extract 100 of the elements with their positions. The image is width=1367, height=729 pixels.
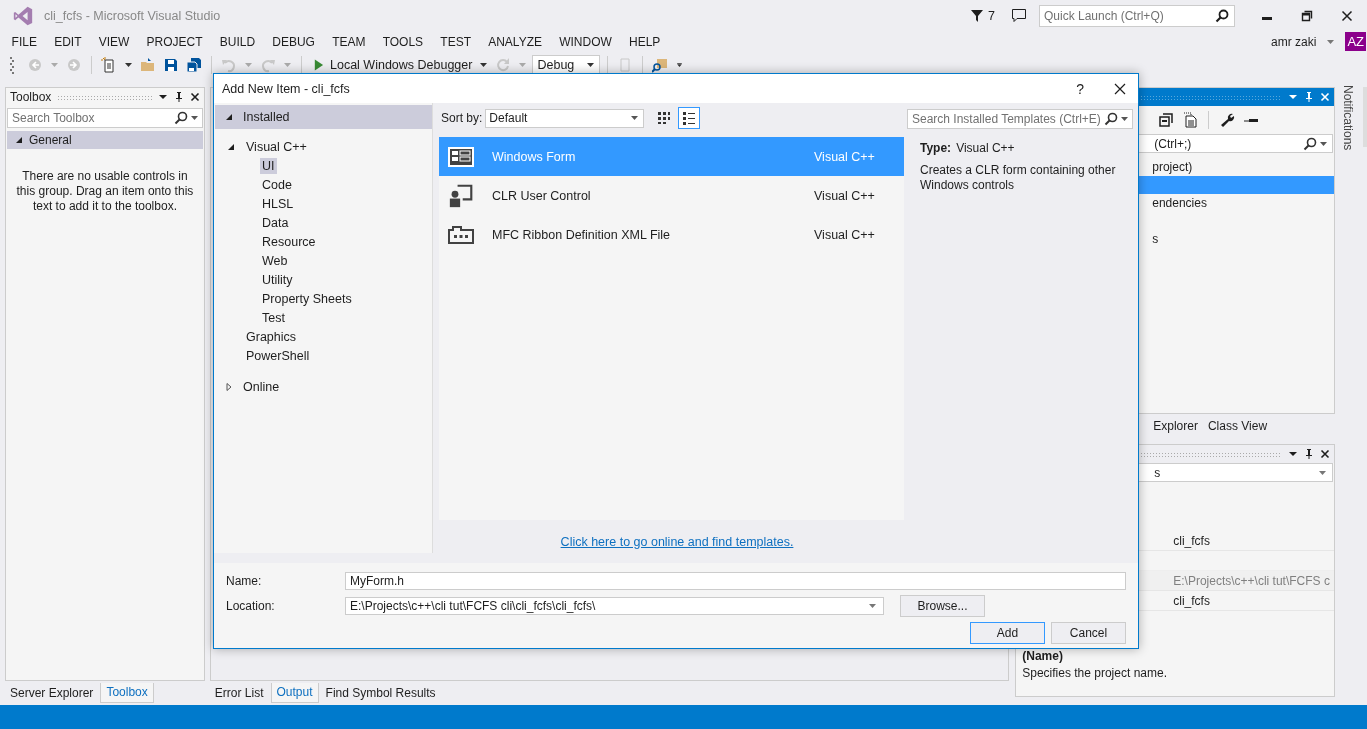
tree-item[interactable]: Property Sheets — [260, 290, 354, 307]
menu-item[interactable]: VIEW — [90, 34, 138, 49]
close-icon[interactable] — [1341, 9, 1353, 22]
dropdown-arrow-icon — [1319, 470, 1326, 475]
user-name[interactable]: amr zaki — [1271, 34, 1317, 49]
start-debugging-button[interactable]: Local Windows Debugger — [309, 58, 475, 72]
menu-item[interactable]: TEST — [431, 34, 480, 49]
search-icon — [1104, 112, 1118, 126]
browse-button[interactable]: Browse... — [900, 594, 985, 617]
menu-item[interactable]: ANALYZE — [479, 34, 551, 49]
dropdown-arrow-icon — [587, 63, 595, 67]
dropdown-arrow-icon — [631, 116, 639, 120]
search-icon — [1215, 8, 1229, 23]
configuration-dropdown[interactable]: Debug — [532, 55, 601, 75]
property-value[interactable]: cli_fcfs — [1173, 533, 1210, 548]
menu-item[interactable]: EDIT — [45, 34, 91, 49]
find-in-files-icon[interactable] — [652, 57, 669, 73]
panel-tab[interactable]: Error List — [209, 683, 269, 703]
dropdown-arrow-icon[interactable] — [1288, 449, 1298, 459]
online-templates-link[interactable]: Click here to go online and find templates. — [560, 534, 794, 549]
expanded-arrow-icon[interactable] — [227, 142, 235, 151]
quick-launch-field[interactable]: Quick Launch (Ctrl+Q) — [1039, 4, 1235, 27]
tree-item[interactable]: Code — [260, 176, 294, 193]
dropdown-arrow-icon — [1320, 141, 1327, 146]
panel-tab[interactable]: Explorer — [1148, 416, 1203, 436]
save-icon[interactable] — [163, 57, 179, 73]
tree-item[interactable]: Utility — [260, 271, 295, 288]
property-value[interactable]: cli_fcfs — [1173, 593, 1210, 608]
play-icon — [313, 59, 324, 71]
restore-icon[interactable] — [1301, 9, 1313, 22]
cancel-button[interactable]: Cancel — [1051, 622, 1126, 644]
speech-bubble-icon[interactable] — [1011, 7, 1027, 24]
filter-icon[interactable] — [970, 8, 985, 23]
new-project-icon[interactable] — [101, 57, 117, 73]
tree-item[interactable]: HLSL — [260, 195, 296, 212]
add-button[interactable]: Add — [970, 622, 1045, 644]
tree-section[interactable]: Installed — [215, 105, 432, 129]
tree-item[interactable]: Visual C++ — [244, 138, 309, 155]
close-icon[interactable] — [1114, 82, 1126, 95]
menu-item[interactable]: TOOLS — [374, 34, 432, 49]
menu-item[interactable]: DEBUG — [263, 34, 324, 49]
menu-item[interactable]: FILE — [3, 34, 46, 49]
grid-icon — [657, 111, 672, 125]
tree-section[interactable]: Online — [215, 375, 432, 399]
search-icon — [173, 111, 188, 125]
menu-item[interactable]: WINDOW — [550, 34, 621, 49]
pin-icon[interactable] — [1304, 449, 1314, 459]
group-header[interactable]: General — [7, 131, 203, 149]
name-label: Name: — [226, 573, 263, 588]
tree-item[interactable]: Test — [260, 309, 287, 326]
help-button[interactable]: ? — [1076, 80, 1084, 97]
description-text: Specifies the project name. — [1022, 666, 1168, 680]
dropdown-arrow-icon — [190, 116, 198, 120]
dialog-title: Add New Item - cli_fcfs — [222, 81, 350, 96]
list-view-button[interactable] — [678, 107, 701, 129]
dropdown-arrow-icon[interactable] — [157, 92, 168, 102]
dropdown-arrow-icon[interactable] — [480, 63, 488, 67]
pin-icon[interactable] — [173, 92, 184, 102]
collapse-all-icon[interactable] — [1158, 112, 1175, 128]
documents-icon[interactable] — [1182, 112, 1199, 128]
type-label: Type: — [920, 141, 952, 155]
panel-tab[interactable]: Find Symbol Results — [320, 683, 441, 703]
overflow-icon[interactable] — [676, 63, 684, 67]
tree-item[interactable]: PowerShell — [244, 347, 312, 364]
sort-dropdown[interactable]: Default — [485, 108, 645, 128]
logo-icon — [12, 4, 34, 27]
location-field[interactable]: E:\Projects\c++\cli tut\FCFS cli\cli_fcfs\cli_fcfs\ — [345, 596, 884, 615]
tree-item[interactable]: Graphics — [244, 328, 299, 345]
list-icon — [682, 111, 697, 125]
search-field[interactable]: Search Toolbox — [7, 108, 203, 128]
tree-item[interactable]: Web — [260, 252, 290, 269]
panel-tab[interactable]: Toolbox — [100, 683, 154, 703]
save-all-icon[interactable] — [186, 57, 202, 73]
panel-tab[interactable]: Class View — [1202, 416, 1273, 436]
type-value: Visual C++ — [956, 141, 1015, 155]
search-field[interactable]: Search Installed Templates (Ctrl+E) — [907, 109, 1133, 129]
menu-item[interactable]: PROJECT — [137, 34, 212, 49]
grip-icon — [10, 56, 14, 74]
person-panel-icon — [447, 183, 475, 208]
empty-message: There are no usable controls in this group. Drag an item onto this text to add it to the toolbox. — [15, 169, 195, 214]
tree-item[interactable]: UI — [260, 157, 277, 174]
panel-tab[interactable]: Server Explorer — [5, 683, 99, 703]
close-icon[interactable] — [1320, 449, 1330, 459]
tree-item[interactable]: Data — [260, 214, 291, 231]
template-item[interactable]: CLR User Control Visual C++ — [439, 176, 904, 215]
tree-item[interactable]: Resource — [260, 233, 318, 250]
wrench-icon[interactable] — [1219, 112, 1236, 128]
menu-item[interactable]: HELP — [620, 34, 669, 49]
dropdown-arrow-icon — [1121, 117, 1128, 121]
template-item[interactable]: MFC Ribbon Definition XML File Visual C++ — [439, 215, 904, 254]
menu-item[interactable]: TEAM — [323, 34, 375, 49]
sort-label: Sort by: — [441, 111, 483, 125]
name-field[interactable]: MyForm.h — [345, 571, 1126, 590]
user-avatar[interactable]: AZ — [1345, 32, 1366, 51]
panel-tab[interactable]: Output — [270, 683, 319, 703]
description-title: (Name) — [1022, 649, 1064, 663]
menu-item[interactable]: BUILD — [211, 34, 264, 49]
notifications-tab[interactable]: Notifications — [1341, 85, 1355, 151]
dropdown-arrow-icon[interactable] — [125, 63, 132, 67]
close-icon[interactable] — [189, 92, 200, 102]
